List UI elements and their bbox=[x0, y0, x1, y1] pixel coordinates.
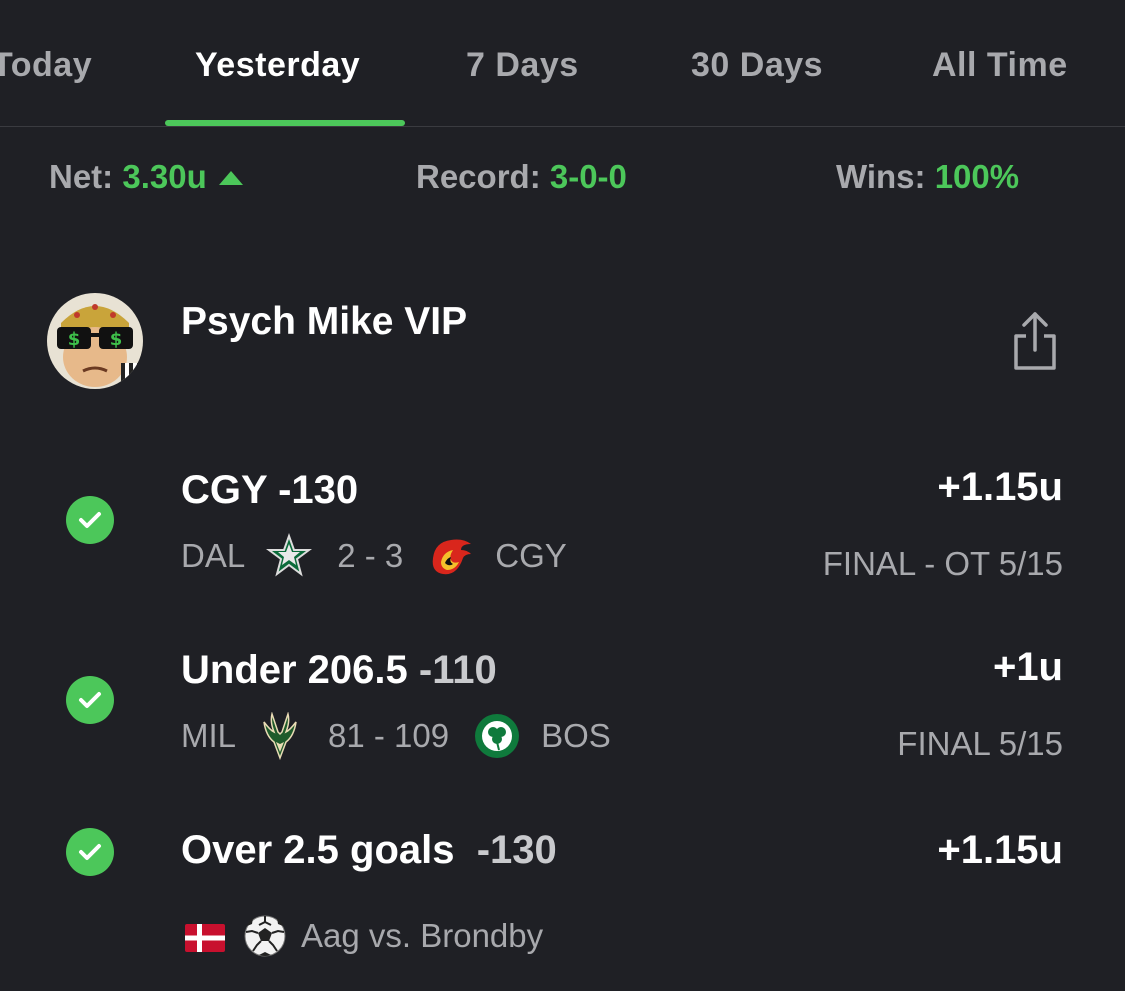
check-icon bbox=[66, 496, 114, 544]
wins-value: 100% bbox=[934, 158, 1020, 195]
boston-celtics-logo-icon bbox=[473, 712, 521, 760]
record-label: Record: bbox=[416, 158, 541, 195]
tabs-divider bbox=[0, 126, 1125, 127]
calgary-flames-logo-icon bbox=[427, 532, 475, 580]
avatar[interactable]: $ $ bbox=[47, 293, 143, 389]
net-label: Net: bbox=[49, 158, 114, 195]
bet-pick-line: Over 2.5 goals -130 bbox=[181, 828, 557, 873]
game-status: FINAL - OT 5/15 bbox=[822, 545, 1063, 582]
profile-name[interactable]: Psych Mike VIP bbox=[181, 300, 467, 344]
matchup-text: Aag vs. Brondby bbox=[301, 917, 544, 954]
game-score: 81 - 109 bbox=[328, 717, 450, 754]
bet-pick-line: Under 206.5 -110 bbox=[181, 648, 497, 693]
bet-pick: CGY -130 bbox=[181, 468, 359, 512]
tab-all-time[interactable]: All Time bbox=[932, 46, 1068, 85]
record-stat: Record: 3-0-0 bbox=[416, 158, 627, 196]
check-icon bbox=[66, 828, 114, 876]
net-stat: Net: 3.30u bbox=[49, 158, 243, 196]
soccer-ball-icon bbox=[243, 914, 287, 958]
net-value: 3.30u bbox=[122, 158, 207, 195]
tab-7-days[interactable]: 7 Days bbox=[466, 46, 579, 85]
milwaukee-bucks-logo-icon bbox=[256, 711, 304, 761]
game-status: FINAL 5/15 bbox=[897, 725, 1063, 762]
svg-text:$: $ bbox=[110, 329, 123, 350]
game-score: 2 - 3 bbox=[337, 537, 404, 574]
bet-pick: Under 206.5 bbox=[181, 648, 408, 692]
home-team: CGY bbox=[495, 537, 567, 574]
bet-matchup: MIL 81 - 109 BOS bbox=[181, 711, 611, 761]
away-team: DAL bbox=[181, 537, 246, 574]
bet-matchup: DAL 2 - 3 CGY bbox=[181, 532, 567, 580]
bet-matchup: Aag vs. Brondby bbox=[185, 912, 543, 960]
svg-text:$: $ bbox=[68, 329, 81, 350]
dallas-stars-logo-icon bbox=[265, 532, 313, 580]
away-team: MIL bbox=[181, 717, 237, 754]
denmark-flag-icon bbox=[185, 922, 225, 952]
bet-odds: -130 bbox=[476, 828, 557, 872]
bet-result: +1.15u bbox=[937, 828, 1063, 872]
check-icon bbox=[66, 676, 114, 724]
home-team: BOS bbox=[541, 717, 611, 754]
bet-result: +1u bbox=[992, 645, 1063, 689]
wins-stat: Wins: 100% bbox=[836, 158, 1019, 196]
tab-30-days[interactable]: 30 Days bbox=[691, 46, 823, 85]
record-value: 3-0-0 bbox=[549, 158, 627, 195]
trend-up-icon bbox=[218, 171, 243, 185]
tab-yesterday[interactable]: Yesterday bbox=[195, 46, 360, 85]
tab-today[interactable]: Today bbox=[0, 46, 92, 85]
bet-result: +1.15u bbox=[937, 465, 1063, 509]
bet-pick: Over 2.5 goals bbox=[181, 828, 455, 872]
bet-odds: -110 bbox=[418, 648, 497, 692]
wins-label: Wins: bbox=[836, 158, 926, 195]
share-icon[interactable] bbox=[1010, 310, 1060, 372]
